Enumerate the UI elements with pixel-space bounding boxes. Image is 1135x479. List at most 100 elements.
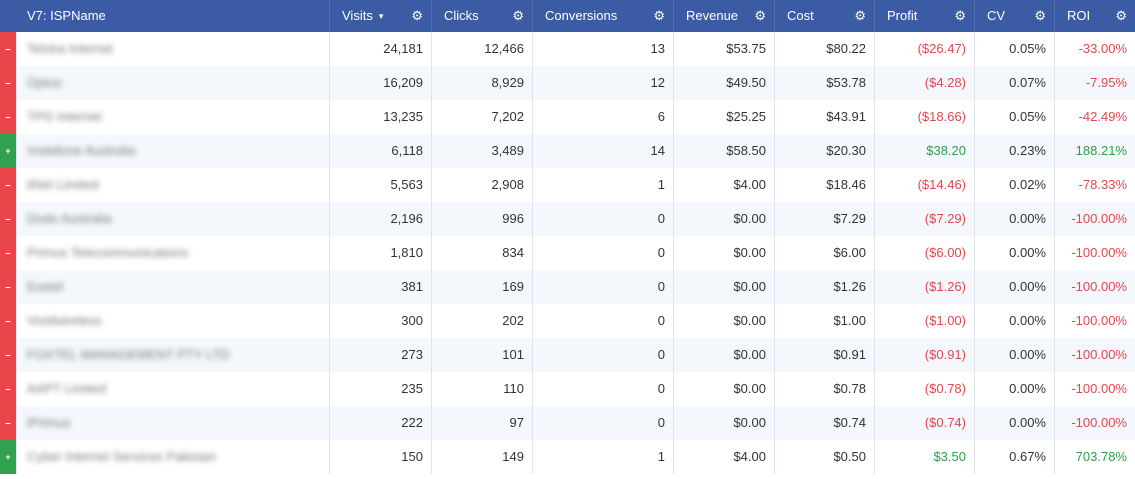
cell-ispname[interactable]: iPrimus	[17, 406, 330, 440]
column-header-cv[interactable]: CV ⚙	[975, 0, 1055, 32]
cell-clicks: 996	[432, 202, 533, 236]
column-header-profit[interactable]: Profit ⚙	[875, 0, 975, 32]
cell-revenue: $49.50	[674, 66, 775, 100]
cell-roi: -33.00%	[1078, 41, 1127, 56]
gear-icon[interactable]: ⚙	[653, 0, 665, 32]
column-header-conversions[interactable]: Conversions ⚙	[533, 0, 674, 32]
column-header-clicks[interactable]: Clicks ⚙	[432, 0, 533, 32]
collapse-minus-icon[interactable]: –	[0, 270, 17, 304]
cell-profit: ($0.91)	[875, 338, 975, 372]
cell-visits: 5,563	[330, 168, 432, 202]
cell-cv: 0.05%	[975, 100, 1055, 134]
collapse-minus-icon[interactable]: –	[0, 406, 17, 440]
cell-ispname[interactable]: FOXTEL MANAGEMENT PTY LTD	[17, 338, 330, 372]
collapse-minus-icon[interactable]: –	[0, 100, 17, 134]
gear-icon[interactable]: ⚙	[854, 0, 866, 32]
cell-clicks: 101	[432, 338, 533, 372]
table-row[interactable]: – Exetel 381 169 0 $0.00 $1.26 ($1.26) 0.00% -100…	[0, 270, 1135, 304]
cell-ispname[interactable]: AAPT Limited	[17, 372, 330, 406]
cell-conversions: 0	[533, 406, 674, 440]
cell-ispname[interactable]: Exetel	[17, 270, 330, 304]
gear-icon[interactable]: ⚙	[1115, 0, 1127, 32]
table-row[interactable]: – iiNet Limited 5,563 2,908 1 $4.00 $18.46 ($14…	[0, 168, 1135, 202]
cell-ispname[interactable]: iiNet Limited	[17, 168, 330, 202]
cell-roi: -78.33%	[1078, 177, 1127, 192]
collapse-minus-icon[interactable]: –	[0, 304, 17, 338]
cell-clicks: 7,202	[432, 100, 533, 134]
table-row[interactable]: + Vodafone Australia 6,118 3,489 14 $58.50 $20…	[0, 134, 1135, 168]
table-row[interactable]: – Dodo Australia 2,196 996 0 $0.00 $7.29 ($7.29…	[0, 202, 1135, 236]
isp-name-text: iPrimus	[27, 415, 71, 430]
isp-report-table: V7: ISPName Visits ▾ ⚙ Clicks ⚙ Conversio…	[0, 0, 1135, 474]
cell-roi: -100.00%	[1071, 245, 1127, 260]
cell-roi: -100.00%	[1071, 313, 1127, 328]
column-header-label: Clicks	[444, 8, 479, 23]
isp-name-text: TPG Internet	[27, 109, 102, 124]
cell-clicks: 149	[432, 440, 533, 474]
table-row[interactable]: – Vividwireless 300 202 0 $0.00 $1.00 ($1.00) 0.…	[0, 304, 1135, 338]
table-row[interactable]: – TPG Internet 13,235 7,202 6 $25.25 $43.91 ($1…	[0, 100, 1135, 134]
cell-roi: -100.00%	[1071, 211, 1127, 226]
cell-profit: ($0.74)	[875, 406, 975, 440]
table-row[interactable]: – iPrimus 222 97 0 $0.00 $0.74 ($0.74) 0.00% -100…	[0, 406, 1135, 440]
column-header-ispname[interactable]: V7: ISPName	[0, 0, 330, 32]
isp-name-text: Vividwireless	[27, 313, 102, 328]
collapse-minus-icon[interactable]: –	[0, 32, 17, 66]
cell-roi: -100.00%	[1071, 381, 1127, 396]
gear-icon[interactable]: ⚙	[754, 0, 766, 32]
collapse-minus-icon[interactable]: –	[0, 168, 17, 202]
table-body: – Telstra Internet 24,181 12,466 13 $53.75 $80…	[0, 32, 1135, 474]
cell-ispname[interactable]: TPG Internet	[17, 100, 330, 134]
cell-roi: -42.49%	[1078, 109, 1127, 124]
isp-name-text: Exetel	[27, 279, 64, 294]
isp-name-text: Cyber Internet Services Pakistan	[27, 449, 217, 464]
collapse-minus-icon[interactable]: –	[0, 372, 17, 406]
collapse-minus-icon[interactable]: –	[0, 202, 17, 236]
cell-visits: 13,235	[330, 100, 432, 134]
cell-cv: 0.07%	[975, 66, 1055, 100]
cell-ispname[interactable]: Vividwireless	[17, 304, 330, 338]
isp-name-text: AAPT Limited	[27, 381, 107, 396]
cell-profit: ($14.46)	[875, 168, 975, 202]
table-row[interactable]: – Optus 16,209 8,929 12 $49.50 $53.78 ($4.28) 0.…	[0, 66, 1135, 100]
cell-cost: $53.78	[775, 66, 875, 100]
cell-cost: $0.78	[775, 372, 875, 406]
cell-conversions: 13	[533, 32, 674, 66]
gear-icon[interactable]: ⚙	[411, 0, 423, 32]
cell-revenue: $0.00	[674, 304, 775, 338]
table-row[interactable]: + Cyber Internet Services Pakistan 150 149 1…	[0, 440, 1135, 474]
cell-ispname[interactable]: Telstra Internet	[17, 32, 330, 66]
collapse-minus-icon[interactable]: –	[0, 338, 17, 372]
cell-clicks: 8,929	[432, 66, 533, 100]
cell-conversions: 0	[533, 304, 674, 338]
cell-cv: 0.00%	[975, 372, 1055, 406]
cell-ispname[interactable]: Primus Telecommunications	[17, 236, 330, 270]
table-row[interactable]: – Primus Telecommunications 1,810 834 0 $0.00…	[0, 236, 1135, 270]
table-row[interactable]: – AAPT Limited 235 110 0 $0.00 $0.78 ($0.78) 0.0…	[0, 372, 1135, 406]
column-header-visits[interactable]: Visits ▾ ⚙	[330, 0, 432, 32]
collapse-minus-icon[interactable]: –	[0, 236, 17, 270]
cell-cost: $6.00	[775, 236, 875, 270]
column-header-cost[interactable]: Cost ⚙	[775, 0, 875, 32]
gear-icon[interactable]: ⚙	[954, 0, 966, 32]
column-header-revenue[interactable]: Revenue ⚙	[674, 0, 775, 32]
isp-name-text: FOXTEL MANAGEMENT PTY LTD	[27, 347, 230, 362]
isp-name-text: Primus Telecommunications	[27, 245, 189, 260]
table-row[interactable]: – Telstra Internet 24,181 12,466 13 $53.75 $80…	[0, 32, 1135, 66]
table-row[interactable]: – FOXTEL MANAGEMENT PTY LTD 273 101 0 $0.00 $0…	[0, 338, 1135, 372]
cell-ispname[interactable]: Vodafone Australia	[17, 134, 330, 168]
cell-revenue: $0.00	[674, 202, 775, 236]
cell-visits: 300	[330, 304, 432, 338]
cell-revenue: $0.00	[674, 236, 775, 270]
cell-ispname[interactable]: Optus	[17, 66, 330, 100]
cell-profit: ($0.78)	[875, 372, 975, 406]
expand-plus-icon[interactable]: +	[0, 134, 17, 168]
cell-cost: $20.30	[775, 134, 875, 168]
collapse-minus-icon[interactable]: –	[0, 66, 17, 100]
column-header-roi[interactable]: ROI ⚙	[1055, 0, 1135, 32]
gear-icon[interactable]: ⚙	[1034, 0, 1046, 32]
cell-ispname[interactable]: Cyber Internet Services Pakistan	[17, 440, 330, 474]
gear-icon[interactable]: ⚙	[512, 0, 524, 32]
cell-ispname[interactable]: Dodo Australia	[17, 202, 330, 236]
expand-plus-icon[interactable]: +	[0, 440, 17, 474]
